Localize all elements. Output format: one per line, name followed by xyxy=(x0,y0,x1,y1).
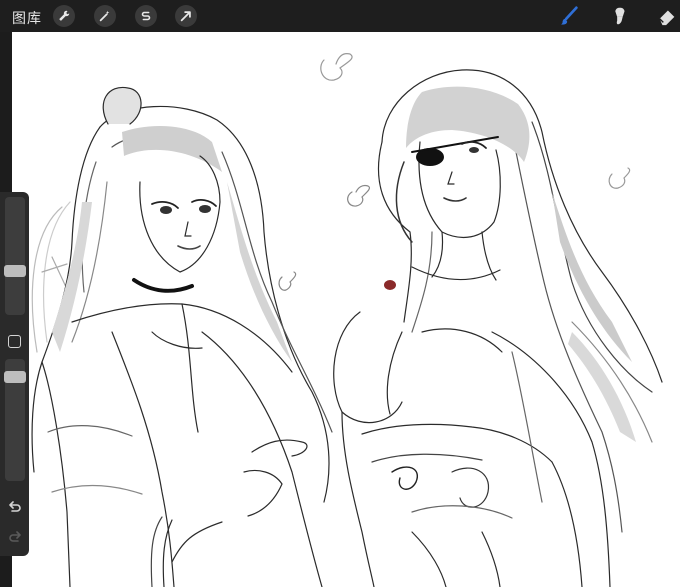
gallery-button[interactable]: 图库 xyxy=(12,8,42,28)
opacity-thumb[interactable] xyxy=(4,371,26,383)
redo-button[interactable] xyxy=(6,529,24,545)
undo-button[interactable] xyxy=(6,499,24,515)
brush-icon[interactable] xyxy=(557,4,581,28)
magic-wand-icon[interactable] xyxy=(94,5,116,27)
wrench-icon[interactable] xyxy=(53,5,75,27)
left-sidebar xyxy=(0,192,29,556)
brush-size-thumb[interactable] xyxy=(4,265,26,277)
drawing-canvas[interactable] xyxy=(12,32,680,587)
smudge-icon[interactable] xyxy=(607,4,631,28)
redo-icon xyxy=(9,531,21,542)
eraser-icon[interactable] xyxy=(655,4,679,28)
brush-size-slider[interactable] xyxy=(5,197,25,315)
undo-icon xyxy=(9,501,21,512)
top-toolbar: 图库 xyxy=(0,0,680,32)
sketch-artwork xyxy=(31,53,663,587)
modify-button[interactable] xyxy=(8,335,21,348)
selection-icon[interactable] xyxy=(135,5,157,27)
transform-arrow-icon[interactable] xyxy=(175,5,197,27)
